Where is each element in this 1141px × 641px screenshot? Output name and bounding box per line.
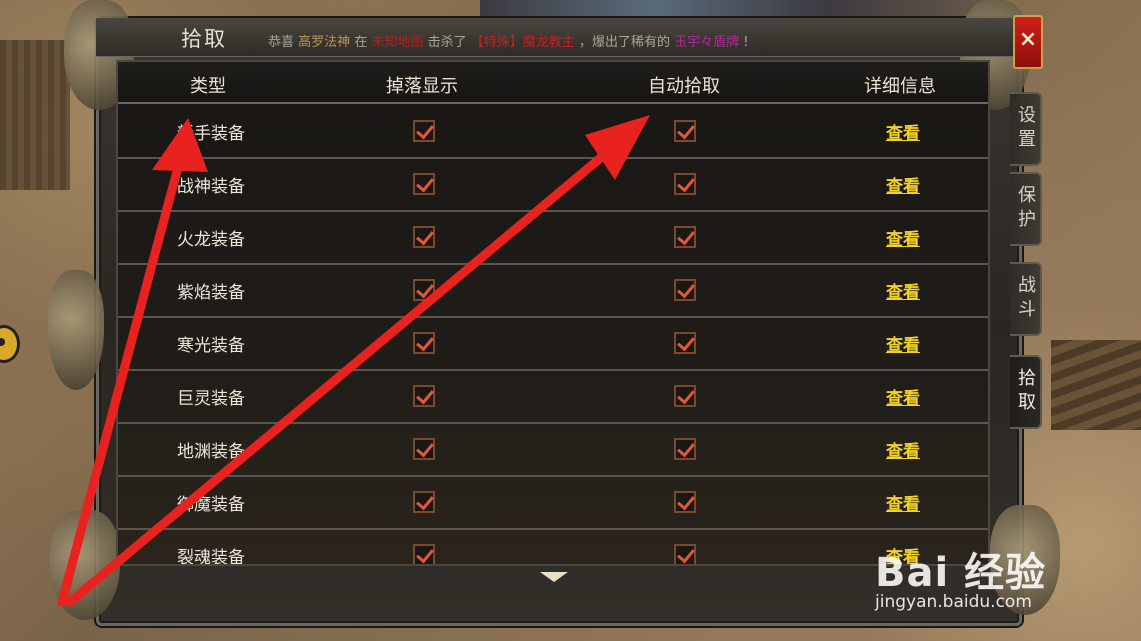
table-row: 紫焰装备 查看 [118,263,988,318]
background-roof [1051,340,1141,430]
tab-label: 设置 [1015,105,1036,153]
table-row: 御魔装备 查看 [118,475,988,530]
baidu-jingyan-watermark: Bai 经验 jingyan.baidu.com [875,540,1047,612]
tab-protection[interactable]: 保护 [1010,172,1042,246]
table-header: 类型 掉落显示 自动拾取 详细信息 [118,62,988,104]
drop-display-checkbox[interactable] [413,120,435,142]
drop-display-checkbox[interactable] [413,491,435,513]
tab-label: 拾取 [1015,368,1036,416]
ticker-item: 玉宇々盾牌 [674,35,740,50]
item-type: 裂魂装备 [177,548,245,566]
item-type: 巨灵装备 [177,389,245,409]
chevron-down-icon[interactable] [540,572,568,582]
dragon-ornament-icon [50,510,120,620]
item-type: 新手装备 [177,124,245,144]
table-row: 裂魂装备 查看 [118,528,988,566]
drop-display-checkbox[interactable] [413,385,435,407]
auto-pickup-checkbox[interactable] [674,385,696,407]
auto-pickup-checkbox[interactable] [674,332,696,354]
watermark-url: jingyan.baidu.com [875,592,1032,612]
ticker-text: 在 [354,35,368,50]
table-row: 地渊装备 查看 [118,422,988,477]
system-broadcast: 恭喜 高罗法神 在 未知地图 击杀了 【特殊】魔龙教主 ，爆出了稀有的 玉宇々盾… [268,31,748,50]
item-type: 火龙装备 [177,230,245,250]
tab-label: 战斗 [1015,275,1036,323]
tab-combat[interactable]: 战斗 [1010,262,1042,336]
view-details-link[interactable]: 查看 [886,119,920,144]
item-type: 御魔装备 [177,495,245,515]
pickup-table: 类型 掉落显示 自动拾取 详细信息 新手装备 查看 战神装备 查看 火龙装备 查… [116,60,990,566]
tab-pickup[interactable]: 拾取 [1010,355,1042,429]
table-row: 火龙装备 查看 [118,210,988,265]
table-row: 巨灵装备 查看 [118,369,988,424]
ticker-location: 未知地图 [371,35,424,50]
dragon-ornament-icon [48,270,104,390]
tab-label: 保护 [1015,185,1036,233]
window-titlebar: 拾取 恭喜 高罗法神 在 未知地图 击杀了 【特殊】魔龙教主 ，爆出了稀有的 玉… [96,18,1016,57]
column-header-type: 类型 [190,76,226,97]
drop-display-checkbox[interactable] [413,279,435,301]
view-details-link[interactable]: 查看 [886,225,920,250]
view-details-link[interactable]: 查看 [886,172,920,197]
ticker-boss: 【特殊】魔龙教主 [470,35,575,50]
drop-display-checkbox[interactable] [413,332,435,354]
ticker-text: ! [743,35,749,50]
ticker-player: 高罗法神 [298,35,351,50]
tab-settings[interactable]: 设置 [1010,92,1042,166]
item-type: 地渊装备 [177,442,245,462]
item-type: 寒光装备 [177,336,245,356]
table-row: 战神装备 查看 [118,157,988,212]
table-row: 新手装备 查看 [118,104,988,159]
auto-pickup-checkbox[interactable] [674,438,696,460]
column-header-auto-pickup: 自动拾取 [648,76,720,97]
background-buildings [480,0,1000,18]
background-hut [0,40,70,190]
drop-display-checkbox[interactable] [413,438,435,460]
item-type: 紫焰装备 [177,283,245,303]
minimap-coin-icon[interactable] [0,325,20,363]
drop-display-checkbox[interactable] [413,226,435,248]
close-button[interactable]: × [1013,15,1043,69]
watermark-logo: Bai 经验 [875,550,1047,596]
column-header-details: 详细信息 [864,76,936,97]
view-details-link[interactable]: 查看 [886,278,920,303]
window-title: 拾取 [181,27,227,51]
item-type: 战神装备 [177,177,245,197]
view-details-link[interactable]: 查看 [886,331,920,356]
auto-pickup-checkbox[interactable] [674,120,696,142]
auto-pickup-checkbox[interactable] [674,226,696,248]
ticker-text: 恭喜 [268,35,295,50]
ticker-text: 击杀了 [427,35,467,50]
auto-pickup-checkbox[interactable] [674,173,696,195]
drop-display-checkbox[interactable] [413,173,435,195]
auto-pickup-checkbox[interactable] [674,279,696,301]
view-details-link[interactable]: 查看 [886,490,920,515]
table-row: 寒光装备 查看 [118,316,988,371]
view-details-link[interactable]: 查看 [886,384,920,409]
ticker-text: ，爆出了稀有的 [578,35,670,50]
auto-pickup-checkbox[interactable] [674,491,696,513]
auto-pickup-checkbox[interactable] [674,544,696,564]
drop-display-checkbox[interactable] [413,544,435,564]
column-header-drop-display: 掉落显示 [386,76,458,97]
view-details-link[interactable]: 查看 [886,437,920,462]
close-icon: × [1018,27,1038,52]
